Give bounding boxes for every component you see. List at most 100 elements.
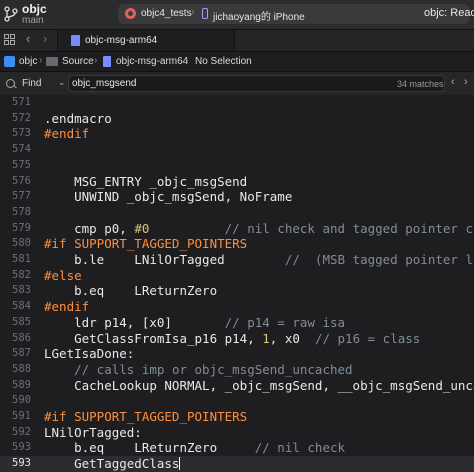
code-line[interactable]: 583 b.eq LReturnZero bbox=[0, 283, 474, 299]
record-icon bbox=[125, 8, 136, 19]
line-number: 586 bbox=[12, 331, 31, 344]
chevron-right-icon: › bbox=[191, 6, 195, 18]
code-line[interactable]: 576 MSG_ENTRY _objc_msgSend bbox=[0, 174, 474, 190]
text-caret bbox=[179, 457, 181, 471]
code-line[interactable]: 589 CacheLookup NORMAL, _objc_msgSend, _… bbox=[0, 378, 474, 394]
line-number: 571 bbox=[12, 96, 31, 108]
line-number: 578 bbox=[12, 205, 31, 218]
chevron-right-icon[interactable]: › bbox=[43, 31, 47, 46]
project-name[interactable]: objc bbox=[22, 2, 47, 16]
code-line[interactable]: 577 UNWIND _objc_msgSend, NoFrame bbox=[0, 189, 474, 205]
line-number: 589 bbox=[12, 378, 31, 391]
code-line[interactable]: 582 #else bbox=[0, 268, 474, 284]
code-text[interactable]: // calls imp or objc_msgSend_uncached bbox=[44, 362, 352, 378]
line-number: 581 bbox=[12, 253, 31, 265]
previous-match-icon[interactable]: ‹ bbox=[451, 76, 455, 88]
chevron-down-icon[interactable]: ⌄ bbox=[58, 77, 66, 88]
assembly-file-icon bbox=[103, 56, 111, 67]
code-text[interactable]: UNWIND _objc_msgSend, NoFrame bbox=[44, 189, 292, 205]
line-number: 592 bbox=[12, 425, 31, 438]
iphone-icon bbox=[202, 8, 208, 19]
code-text[interactable]: #else bbox=[44, 268, 82, 284]
line-number: 572 bbox=[12, 111, 31, 124]
grid-icon[interactable] bbox=[4, 34, 15, 45]
breadcrumb-selection[interactable]: No Selection bbox=[195, 56, 252, 67]
branch-icon bbox=[4, 6, 18, 22]
code-text[interactable]: LGetIsaDone: bbox=[44, 346, 134, 362]
code-line[interactable]: 591 #if SUPPORT_TAGGED_POINTERS bbox=[0, 409, 474, 425]
code-editor[interactable]: 571 572 .endmacro 573 #endif 574 575 576 MSG_EN… bbox=[0, 95, 474, 472]
breadcrumb-folder[interactable]: Source bbox=[62, 56, 94, 67]
code-text[interactable]: ldr p14, [x0] // p14 = raw isa bbox=[44, 315, 345, 331]
code-line[interactable]: 593 b.eq LReturnZero // nil check bbox=[0, 440, 474, 456]
line-number: 593 bbox=[12, 441, 31, 454]
code-text[interactable]: #if SUPPORT_TAGGED_POINTERS bbox=[44, 236, 247, 252]
code-line[interactable]: 586 GetClassFromIsa_p16 p14, 1, x0 // p1… bbox=[0, 331, 474, 347]
code-text[interactable]: cmp p0, #0 // nil check and tagged point… bbox=[44, 221, 474, 237]
find-query[interactable]: objc_msgsend bbox=[72, 78, 136, 89]
line-number: 593 bbox=[12, 457, 31, 470]
line-number: 582 bbox=[12, 268, 31, 281]
chevron-right-icon: › bbox=[39, 55, 43, 66]
match-count: 34 matches bbox=[397, 79, 444, 89]
code-line[interactable]: 571 bbox=[0, 95, 474, 111]
chevron-right-icon: › bbox=[94, 55, 98, 66]
line-number: 591 bbox=[12, 410, 31, 422]
line-number: 573 bbox=[12, 127, 31, 140]
folder-icon bbox=[46, 57, 58, 66]
code-text[interactable]: #endif bbox=[44, 299, 89, 315]
line-number: 584 bbox=[12, 300, 31, 313]
app-icon bbox=[4, 56, 15, 67]
line-number: 580 bbox=[12, 237, 31, 250]
code-text[interactable]: GetTaggedClass bbox=[44, 456, 181, 472]
line-number: 579 bbox=[12, 221, 31, 234]
code-text[interactable]: b.eq LReturnZero // nil check bbox=[44, 440, 345, 456]
line-number: 574 bbox=[12, 143, 31, 156]
chevron-left-icon[interactable]: ‹ bbox=[26, 31, 30, 46]
line-number: 590 bbox=[12, 394, 31, 407]
code-text[interactable]: b.eq LReturnZero bbox=[44, 283, 217, 299]
line-number: 588 bbox=[12, 362, 31, 375]
code-text[interactable]: LNilOrTagged: bbox=[44, 425, 142, 441]
destination-name[interactable]: jichaoyang的 iPhone bbox=[213, 8, 305, 23]
code-line[interactable]: 573 #endif bbox=[0, 126, 474, 142]
tab-label[interactable]: objc-msg-arm64 bbox=[85, 35, 157, 46]
code-text[interactable]: MSG_ENTRY _objc_msgSend bbox=[44, 174, 247, 190]
code-line[interactable]: 574 bbox=[0, 142, 474, 158]
code-line[interactable]: 580 #if SUPPORT_TAGGED_POINTERS bbox=[0, 236, 474, 252]
breadcrumb-project[interactable]: objc bbox=[19, 56, 37, 67]
line-number: 587 bbox=[12, 347, 31, 360]
assembly-file-icon bbox=[71, 35, 80, 46]
code-text[interactable]: .endmacro bbox=[44, 111, 112, 127]
build-status: objc: Ready bbox=[424, 7, 474, 19]
find-mode-selector[interactable]: Find bbox=[22, 78, 41, 89]
code-line[interactable]: 578 bbox=[0, 205, 474, 221]
code-text[interactable]: CacheLookup NORMAL, _objc_msgSend, __obj… bbox=[44, 378, 474, 394]
code-line[interactable]: 588 // calls imp or objc_msgSend_uncache… bbox=[0, 362, 474, 378]
code-line[interactable]: 579 cmp p0, #0 // nil check and tagged p… bbox=[0, 221, 474, 237]
line-number: 583 bbox=[12, 284, 31, 297]
branch-name[interactable]: main bbox=[22, 15, 44, 26]
line-number: 585 bbox=[12, 315, 31, 328]
line-number: 576 bbox=[12, 174, 31, 187]
code-line[interactable]: 584 #endif bbox=[0, 299, 474, 315]
search-icon bbox=[6, 79, 15, 88]
code-line[interactable]: 593 GetTaggedClass bbox=[0, 456, 474, 472]
code-line[interactable]: 585 ldr p14, [x0] // p14 = raw isa bbox=[0, 315, 474, 331]
code-text[interactable]: #endif bbox=[44, 126, 89, 142]
scheme-name[interactable]: objc4_tests bbox=[141, 8, 192, 19]
code-line[interactable]: 590 bbox=[0, 393, 474, 409]
code-text[interactable]: #if SUPPORT_TAGGED_POINTERS bbox=[44, 409, 247, 425]
code-line[interactable]: 572 .endmacro bbox=[0, 111, 474, 127]
next-match-icon[interactable]: › bbox=[464, 76, 468, 88]
code-text[interactable]: b.le LNilOrTagged // (MSB tagged pointer… bbox=[44, 252, 474, 268]
code-line[interactable]: 587 LGetIsaDone: bbox=[0, 346, 474, 362]
code-line[interactable]: 575 bbox=[0, 158, 474, 174]
breadcrumb-file[interactable]: objc-msg-arm64 bbox=[116, 56, 188, 67]
code-line[interactable]: 592 LNilOrTagged: bbox=[0, 425, 474, 441]
code-text[interactable]: GetClassFromIsa_p16 p14, 1, x0 // p16 = … bbox=[44, 331, 420, 347]
code-line[interactable]: 581 b.le LNilOrTagged // (MSB tagged poi… bbox=[0, 252, 474, 268]
line-number: 577 bbox=[12, 190, 31, 203]
chevron-right-icon: › bbox=[185, 55, 189, 66]
line-number: 575 bbox=[12, 158, 31, 171]
